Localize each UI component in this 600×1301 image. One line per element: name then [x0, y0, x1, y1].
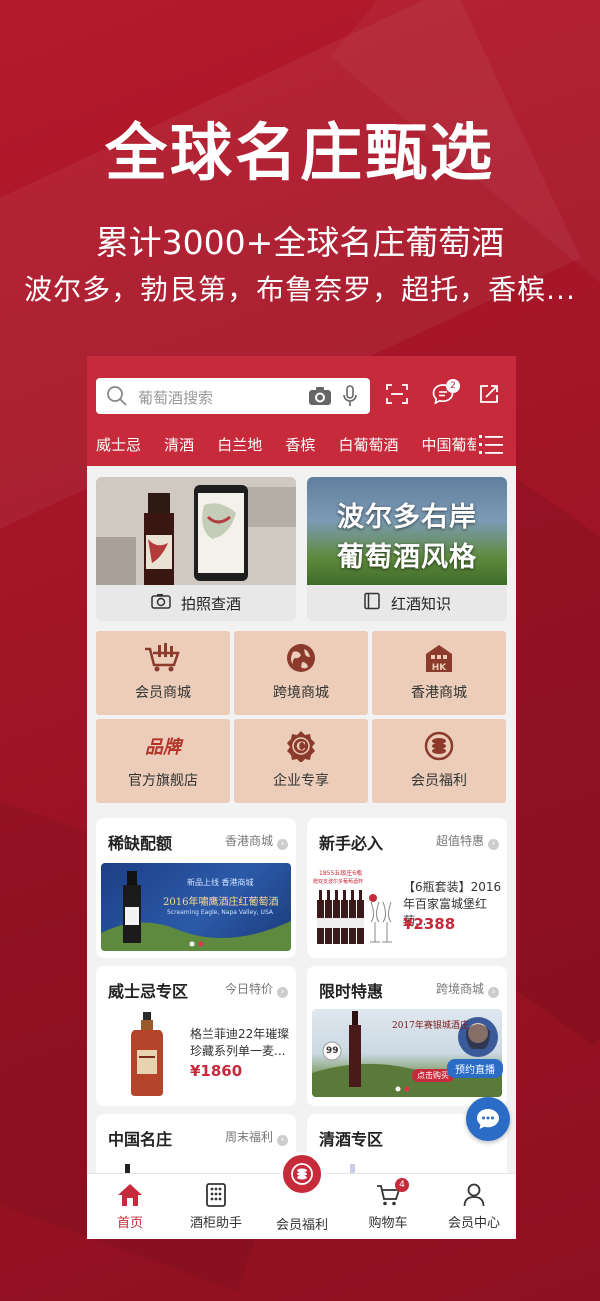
chat-icon [477, 1109, 499, 1129]
camera-search-icon[interactable] [308, 386, 332, 410]
product-price: ¥1860 [190, 1062, 243, 1080]
section-tag[interactable]: 今日特价 › [225, 980, 288, 998]
section-tag[interactable]: 周末福利 › [225, 1128, 288, 1146]
book-icon [363, 592, 391, 614]
wine-cabinet-icon [173, 1183, 259, 1207]
wine-set-image: 1855五级庄6瓶 赠双支波尔多葡萄酒杯 [313, 866, 397, 952]
hero-title: 全球名庄甄选 [104, 116, 495, 189]
hero-regions: 波尔多，勃艮第，布鲁奈罗，超托，香槟... [24, 273, 576, 306]
category-menu-icon[interactable] [479, 433, 503, 459]
section-card-scarce[interactable]: 稀缺配额 香港商城 › 新品上线 香港商城 2016年嘯鹰酒庄红葡萄酒 Screa… [96, 818, 296, 958]
hero-subtitle: 累计3000+全球名庄葡萄酒 [95, 223, 505, 262]
product-price: ¥2388 [403, 915, 456, 933]
wine-knowledge-card[interactable]: 波尔多右岸 葡萄酒风格 红酒知识 [307, 477, 507, 621]
cart-badge: 4 [395, 1178, 409, 1192]
flagship-store-tile[interactable]: 品牌 官方旗舰店 [96, 719, 230, 803]
share-icon[interactable] [477, 382, 501, 410]
wine-bottle-photo [96, 477, 296, 585]
score-badge: 99 [326, 1046, 339, 1056]
tab-member-center[interactable]: 会员中心 [431, 1174, 516, 1239]
bottom-tab-bar: 首页 酒柜助手 会员福利 4 购物车 会员中心 [87, 1152, 516, 1239]
brand-icon: 品牌 [145, 737, 181, 758]
section-card-newbie[interactable]: 新手必入 超值特惠 › 1855五级庄6瓶 赠双支波尔多葡萄酒杯 【6瓶套装】20… [307, 818, 507, 958]
message-badge: 2 [446, 379, 460, 393]
svg-text:HK: HK [432, 663, 448, 673]
member-mall-tile[interactable]: 会员商城 [96, 631, 230, 715]
section-card-flash-sale[interactable]: 限时特惠 跨境商城 › 99 2017年赛银城酒庄 点击购买 预约直播 [307, 966, 507, 1106]
banner-tag: 新品上线 香港商城 [187, 878, 254, 887]
category-tab[interactable]: 威士忌 [96, 436, 141, 454]
arrow-right-icon: › [277, 987, 288, 998]
globe-icon [234, 641, 368, 675]
cart-bottles-icon [96, 641, 230, 675]
search-icon [106, 385, 128, 411]
section-card-whisky[interactable]: 威士忌专区 今日特价 › 格兰菲迪22年璀璨珍藏系列单一麦... ¥1860 [96, 966, 296, 1106]
search-input[interactable]: 葡萄酒搜索 [96, 378, 370, 414]
feature-banners: 拍照查酒 波尔多右岸 葡萄酒风格 红酒知识 [96, 477, 507, 621]
customer-service-button[interactable] [466, 1097, 510, 1141]
section-tag[interactable]: 香港商城 › [225, 832, 288, 850]
member-benefit-tile[interactable]: 会员福利 [372, 719, 506, 803]
section-tag[interactable]: 跨境商城 › [436, 980, 499, 998]
arrow-right-icon: › [488, 987, 499, 998]
banner-title: 2017年赛银城酒庄 [392, 1021, 469, 1031]
banner-title: 2016年嘯鹰酒庄红葡萄酒 [163, 897, 279, 908]
arrow-right-icon: › [277, 1135, 288, 1146]
camera-icon [151, 593, 181, 613]
service-grid: 会员商城 跨境商城 HK 香港商城 品牌 官方旗舰店 C 企业专享 会员福利 [96, 631, 507, 805]
tab-home[interactable]: 首页 [87, 1174, 173, 1239]
product-name: 格兰菲迪22年璀璨珍藏系列单一麦... [190, 1027, 290, 1058]
svg-text:C: C [296, 740, 306, 754]
photo-search-card[interactable]: 拍照查酒 [96, 477, 296, 621]
hk-building-icon: HK [372, 641, 506, 675]
app-screen: 葡萄酒搜索 2 威士忌 清酒 白兰地 香槟 白葡萄酒 中国葡萄酒 [87, 356, 516, 1239]
home-icon [87, 1183, 173, 1207]
category-tab[interactable]: 白葡萄酒 [338, 436, 398, 454]
category-tab[interactable]: 中国葡萄酒 [422, 436, 476, 454]
arrow-right-icon: › [488, 839, 499, 850]
section-tag[interactable]: 超值特惠 › [436, 832, 499, 850]
flash-sale-banner[interactable]: 99 2017年赛银城酒庄 点击购买 [312, 1009, 502, 1097]
user-icon [431, 1183, 516, 1207]
arrow-right-icon: › [277, 839, 288, 850]
category-tab[interactable]: 香槟 [285, 436, 315, 454]
coins-icon [280, 1152, 324, 1196]
category-tab[interactable]: 清酒 [164, 436, 194, 454]
wine-knowledge-label: 红酒知识 [307, 585, 507, 621]
live-reservation-button[interactable]: 预约直播 [447, 1059, 503, 1078]
tab-cart[interactable]: 4 购物车 [345, 1174, 431, 1239]
search-placeholder: 葡萄酒搜索 [138, 389, 214, 407]
coins-icon [372, 729, 506, 763]
crossborder-mall-tile[interactable]: 跨境商城 [234, 631, 368, 715]
top-bar: 葡萄酒搜索 2 威士忌 清酒 白兰地 香槟 白葡萄酒 中国葡萄酒 [87, 356, 516, 466]
tab-member-benefits[interactable]: 会员福利 [259, 1152, 345, 1239]
cart-icon [345, 1183, 431, 1207]
banner-headline: 波尔多右岸 [337, 502, 477, 533]
voice-search-icon[interactable] [342, 385, 358, 411]
banner-subheadline: 葡萄酒风格 [337, 542, 477, 573]
hk-mall-tile[interactable]: HK 香港商城 [372, 631, 506, 715]
scan-icon[interactable] [385, 382, 409, 410]
category-tabs: 威士忌 清酒 白兰地 香槟 白葡萄酒 中国葡萄酒 [96, 434, 476, 455]
banner-subtitle: Screaming Eagle, Napa Valley, USA [167, 909, 273, 916]
tab-wine-cabinet[interactable]: 酒柜助手 [173, 1174, 259, 1239]
enterprise-badge-icon: C [234, 729, 368, 763]
vineyard-photo: 波尔多右岸 葡萄酒风格 [307, 477, 507, 585]
whisky-bottle-image [130, 1012, 164, 1098]
photo-search-label: 拍照查酒 [96, 585, 296, 621]
category-tab[interactable]: 白兰地 [217, 436, 262, 454]
scarce-banner[interactable]: 新品上线 香港商城 2016年嘯鹰酒庄红葡萄酒 Screaming Eagle,… [101, 863, 291, 951]
enterprise-tile[interactable]: C 企业专享 [234, 719, 368, 803]
